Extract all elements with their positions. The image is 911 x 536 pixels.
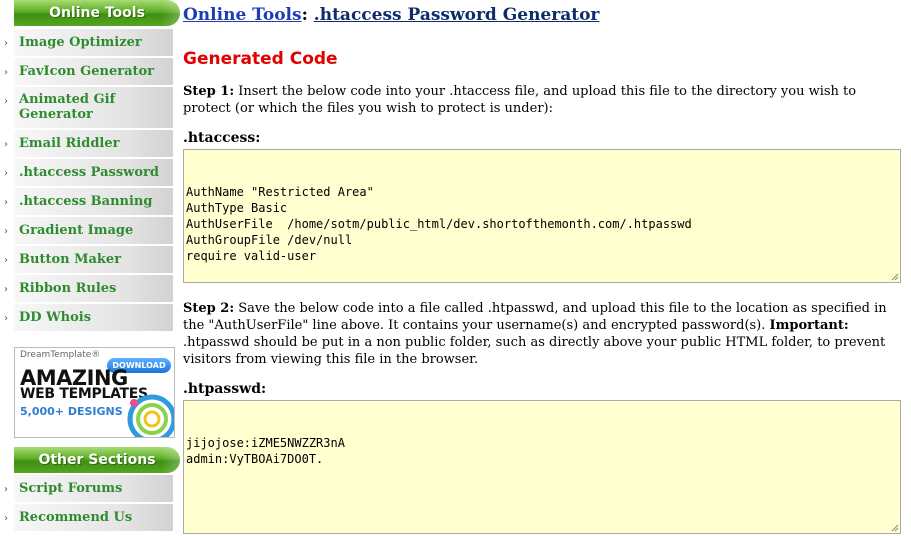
sidebar-item-recommend-us[interactable]: › Recommend Us bbox=[0, 504, 180, 532]
arrow-icon: › bbox=[4, 313, 8, 324]
arrow-icon: › bbox=[4, 38, 8, 49]
other-sections-header-label: Other Sections bbox=[38, 452, 156, 468]
sidebar-item-label[interactable]: DD Whois bbox=[19, 310, 91, 325]
sidebar-item-label[interactable]: Image Optimizer bbox=[19, 35, 142, 50]
sidebar-item-animated-gif-generator[interactable]: › Animated Gif Generator bbox=[0, 87, 180, 129]
sidebar-item-label[interactable]: Animated Gif Generator bbox=[19, 92, 129, 122]
sidebar-item-ribbon-rules[interactable]: › Ribbon Rules bbox=[0, 275, 180, 303]
breadcrumb-online-tools-link[interactable]: Online Tools bbox=[183, 5, 302, 25]
arrow-icon: › bbox=[4, 484, 8, 495]
online-tools-header: Online Tools bbox=[14, 0, 180, 26]
step2-label: Step 2: bbox=[183, 301, 235, 316]
sidebar-item-htaccess-banning[interactable]: › .htaccess Banning bbox=[0, 188, 180, 216]
ad-brand: DreamTemplate® bbox=[20, 350, 101, 360]
arrow-icon: › bbox=[4, 255, 8, 266]
step1-label: Step 1: bbox=[183, 84, 235, 99]
sidebar-item-label[interactable]: FavIcon Generator bbox=[19, 64, 154, 79]
online-tools-header-label: Online Tools bbox=[49, 5, 145, 21]
sidebar-item-htaccess-password[interactable]: › .htaccess Password bbox=[0, 159, 180, 187]
arrow-icon: › bbox=[4, 139, 8, 150]
arrow-icon: › bbox=[4, 513, 8, 524]
resize-grip-icon[interactable] bbox=[890, 523, 899, 532]
htpasswd-label: .htpasswd: bbox=[183, 381, 267, 397]
sidebar-item-label[interactable]: Script Forums bbox=[19, 481, 122, 496]
sidebar-item-label[interactable]: Button Maker bbox=[19, 252, 121, 267]
htaccess-code-text: AuthName "Restricted Area" AuthType Basi… bbox=[186, 185, 692, 263]
sidebar-item-label[interactable]: Gradient Image bbox=[19, 223, 133, 238]
ad-designs-count: 5,000+ DESIGNS bbox=[20, 405, 123, 418]
htaccess-code-textarea[interactable]: AuthName "Restricted Area" AuthType Basi… bbox=[183, 149, 901, 283]
arrow-icon: › bbox=[4, 226, 8, 237]
sidebar-item-label[interactable]: Email Riddler bbox=[19, 136, 119, 151]
generated-code-heading: Generated Code bbox=[183, 49, 338, 69]
resize-grip-icon[interactable] bbox=[890, 272, 899, 281]
sidebar-item-label[interactable]: Ribbon Rules bbox=[19, 281, 116, 296]
sidebar-item-dd-whois[interactable]: › DD Whois bbox=[0, 304, 180, 332]
sidebar-item-button-maker[interactable]: › Button Maker bbox=[0, 246, 180, 274]
sidebar-item-email-riddler[interactable]: › Email Riddler bbox=[0, 130, 180, 158]
important-label: Important: bbox=[769, 318, 849, 333]
page-title: .htaccess Password Generator bbox=[313, 5, 600, 25]
htpasswd-code-text: jijojose:iZME5NWZZR3nA admin:VyTBOAi7DO0… bbox=[186, 436, 345, 466]
arrow-icon: › bbox=[4, 284, 8, 295]
other-sections-header: Other Sections bbox=[14, 447, 180, 473]
arrow-icon: › bbox=[4, 67, 8, 78]
sidebar-item-label[interactable]: Recommend Us bbox=[19, 510, 132, 525]
step1-instructions: Step 1: Insert the below code into your … bbox=[183, 83, 903, 117]
arrow-icon: › bbox=[4, 197, 8, 208]
sidebar-item-favicon-generator[interactable]: › FavIcon Generator bbox=[0, 58, 180, 86]
sidebar-item-label[interactable]: .htaccess Password bbox=[19, 165, 159, 180]
breadcrumb-separator: : bbox=[301, 5, 308, 25]
sidebar-item-gradient-image[interactable]: › Gradient Image bbox=[0, 217, 180, 245]
htaccess-label: .htaccess: bbox=[183, 130, 261, 146]
step1-text: Insert the below code into your .htacces… bbox=[183, 84, 857, 116]
ad-swirl-graphic bbox=[127, 394, 174, 437]
step2-instructions: Step 2: Save the below code into a file … bbox=[183, 300, 903, 368]
arrow-icon: › bbox=[4, 96, 8, 107]
arrow-icon: › bbox=[4, 168, 8, 179]
step2-text-continued: .htpasswd should be put in a non public … bbox=[183, 335, 886, 367]
header-gloss bbox=[162, 447, 180, 473]
htpasswd-code-textarea[interactable]: jijojose:iZME5NWZZR3nA admin:VyTBOAi7DO0… bbox=[183, 400, 901, 534]
sidebar-item-label[interactable]: .htaccess Banning bbox=[19, 194, 152, 209]
breadcrumb: Online Tools: .htaccess Password Generat… bbox=[183, 5, 599, 25]
sidebar-item-script-forums[interactable]: › Script Forums bbox=[0, 475, 180, 503]
dreamtemplate-ad-banner[interactable]: DreamTemplate® DOWNLOAD AMAZING WEB TEMP… bbox=[14, 347, 175, 438]
header-gloss bbox=[162, 0, 180, 26]
sidebar-item-image-optimizer[interactable]: › Image Optimizer bbox=[0, 29, 180, 57]
